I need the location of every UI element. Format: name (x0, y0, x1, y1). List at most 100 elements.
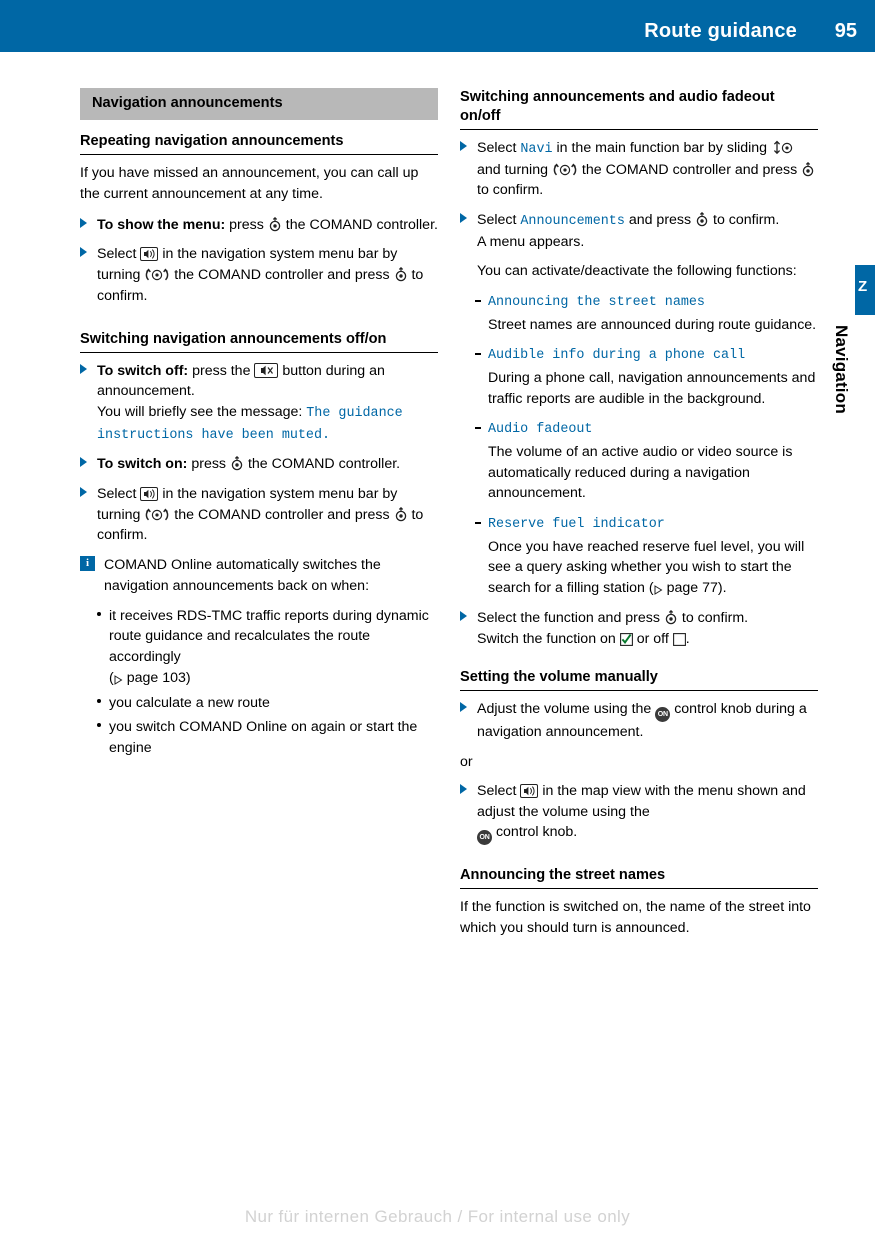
step-label: To switch on: (97, 456, 188, 473)
section-heading-navigation-announcements: Navigation announcements (80, 88, 438, 121)
slide-controller-icon (771, 140, 795, 155)
divider (460, 888, 818, 890)
side-tab-mark: Z (858, 278, 868, 295)
list-item: Select in the navigation system menu bar… (80, 484, 438, 546)
press-controller-icon (394, 506, 408, 522)
option-name: Audible info during a phone call (488, 348, 746, 364)
option-name: Announcing the street names (488, 295, 705, 310)
triangle-bullet-icon (80, 486, 87, 497)
paragraph-street-names: If the function is switched on, the name… (460, 899, 811, 936)
turn-controller-icon (144, 267, 170, 282)
period: . (685, 630, 690, 647)
divider (460, 690, 818, 692)
press-controller-icon (664, 609, 678, 625)
right-column: Switching announcements and audio fadeou… (460, 88, 818, 949)
list-item: To switch off: press the button during a… (80, 361, 438, 446)
step-text: Select (477, 782, 517, 799)
subheading-switching-announcements: Switching announcements and audio fadeou… (460, 89, 775, 124)
option-name-row: Audio fadeout (474, 418, 818, 440)
step-text-3: to confirm. (713, 211, 780, 228)
press-controller-icon (695, 211, 709, 227)
press-controller-icon (268, 216, 282, 232)
option-entry: Reserve fuel indicator Once you have rea… (474, 513, 818, 599)
checkbox-checked-icon (619, 632, 633, 646)
triangle-bullet-icon (460, 783, 467, 794)
step-text-3: and turning (477, 161, 548, 178)
list-item: Select Navi in the main function bar by … (460, 138, 818, 201)
bullet-text: you calculate a new route (109, 694, 270, 711)
reference-arrow-icon (114, 671, 123, 685)
option-description: Once you have reached reserve fuel level… (488, 538, 805, 597)
speaker-on-icon (520, 783, 539, 798)
step-text-3: the COMAND controller and press (174, 267, 390, 284)
triangle-bullet-icon (80, 457, 87, 468)
triangle-bullet-icon (80, 363, 87, 374)
checkbox-unchecked-icon (672, 632, 686, 646)
info-bullet-list: it receives RDS-TMC traffic reports duri… (94, 606, 438, 759)
list-item: To show the menu: press the COMAND contr… (80, 215, 438, 236)
page-title: Route guidance (644, 20, 797, 42)
option-name: Reserve fuel indicator (488, 517, 665, 533)
step-text-5: to confirm. (477, 182, 544, 199)
subheading-repeating: Repeating navigation announcements (80, 133, 344, 150)
footer-watermark: Nur für internen Gebrauch / For internal… (244, 1207, 631, 1226)
step-text-4: or off (636, 630, 669, 647)
dot-bullet-icon (97, 698, 101, 703)
paragraph-missed-announcement: If you have missed an announcement, you … (80, 165, 419, 202)
info-note: i COMAND Online automatically switches t… (80, 555, 438, 596)
step-text-2: in the main function bar by sliding (556, 139, 768, 156)
turn-controller-icon (144, 507, 170, 522)
on-knob-icon: ON (655, 707, 671, 723)
step-text-2: and press (628, 211, 692, 228)
subheading-setting-volume: Setting the volume manually (460, 669, 658, 686)
list-item: Select in the navigation system menu bar… (80, 244, 438, 306)
bullet-text: it receives RDS-TMC traffic reports duri… (109, 607, 429, 666)
option-description-text: Once you have reached reserve fuel level… (488, 538, 805, 597)
option-description: The volume of an active audio or video s… (488, 443, 793, 502)
step-text-3: You will briefly see the message: (97, 404, 303, 421)
reference-text: page 103 (126, 669, 186, 686)
mute-button-icon (254, 362, 279, 378)
step-text-2: the COMAND controller. (247, 456, 401, 473)
speaker-repeat-icon (140, 247, 159, 262)
step-text-2: to confirm. (681, 609, 749, 626)
reference-arrow-icon (654, 581, 663, 596)
dash-bullet-icon (475, 522, 481, 524)
option-name-row: Announcing the street names (474, 291, 818, 313)
reference-text: page 77 (666, 580, 718, 597)
side-tab-label: Navigation (832, 325, 851, 414)
list-item: you switch COMAND Online on again or sta… (94, 717, 438, 758)
section-side-tab: Z Navigation (832, 265, 875, 495)
page-number: 95 (834, 20, 857, 42)
triangle-bullet-icon (460, 610, 467, 621)
list-item: it receives RDS-TMC traffic reports duri… (94, 606, 438, 689)
step-label: To switch off: (97, 362, 189, 379)
option-name: Audio fadeout (488, 422, 593, 438)
subheading-announcing-street-names: Announcing the street names (460, 867, 666, 884)
step-text: Select (97, 485, 137, 502)
option-entry: Announcing the street names Street names… (474, 291, 818, 335)
step-text: press the (192, 362, 251, 379)
step-text-3: Switch the function on (477, 630, 616, 647)
list-item: you calculate a new route (94, 693, 438, 714)
press-controller-icon (394, 267, 408, 282)
menu-item-announcements: Announcements (520, 213, 625, 229)
step-text: Select (97, 246, 137, 263)
dash-bullet-icon (475, 427, 481, 429)
turn-controller-icon (552, 162, 578, 177)
list-item: Select Announcements and press to confir… (460, 210, 818, 282)
triangle-bullet-icon (460, 702, 467, 713)
info-icon: i (80, 556, 95, 572)
step-text-2: the COMAND controller. (285, 216, 438, 233)
triangle-bullet-icon (80, 247, 87, 258)
step-text: press (191, 456, 227, 473)
menu-item-navi: Navi (520, 141, 553, 157)
step-text-5: You can activate/deactivate the followin… (477, 263, 797, 280)
step-text-4: A menu appears. (477, 233, 585, 250)
list-item: Select in the map view with the menu sho… (460, 781, 818, 846)
list-item: Select the function and press to confirm… (460, 608, 818, 649)
step-text: press (229, 216, 264, 233)
step-text-3: control knob. (495, 824, 578, 841)
option-entry: Audible info during a phone call During … (474, 344, 818, 409)
dot-bullet-icon (97, 723, 101, 728)
